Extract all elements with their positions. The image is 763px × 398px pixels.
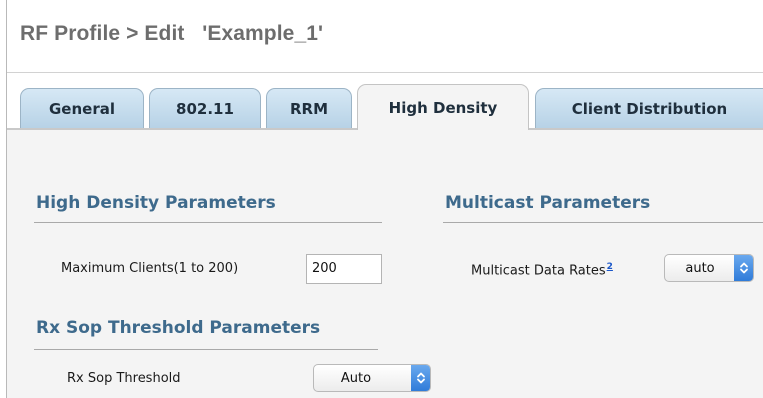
max-clients-label: Maximum Clients(1 to 200)	[61, 261, 239, 276]
multicast-section-divider	[443, 222, 763, 223]
updown-chevron-icon	[734, 255, 753, 281]
rx-sop-threshold-select[interactable]: Auto	[313, 364, 431, 392]
rx-sop-threshold-label: Rx Sop Threshold	[67, 371, 181, 386]
tab-high-density[interactable]: High Density	[357, 84, 529, 130]
rx-sop-threshold-value: Auto	[340, 370, 372, 386]
page: RF Profile > Edit 'Example_1' General 80…	[0, 0, 763, 398]
updown-chevron-icon	[411, 365, 430, 391]
multicast-data-rates-label: Multicast Data Rates2	[471, 262, 613, 278]
tab-802-11[interactable]: 802.11	[149, 88, 261, 128]
rx-sop-section-divider	[34, 349, 378, 350]
high-density-section-divider	[34, 222, 382, 223]
multicast-data-rates-select[interactable]: auto	[664, 254, 754, 282]
high-density-section-title: High Density Parameters	[36, 193, 276, 213]
multicast-data-rates-value: auto	[685, 260, 715, 276]
rx-sop-section-title: Rx Sop Threshold Parameters	[36, 318, 321, 338]
tab-client-distribution[interactable]: Client Distribution	[535, 88, 763, 128]
tab-general[interactable]: General	[20, 88, 144, 128]
multicast-section-title: Multicast Parameters	[445, 193, 651, 213]
footnote-2-link[interactable]: 2	[607, 262, 613, 272]
tab-rrm[interactable]: RRM	[266, 88, 352, 128]
title-divider	[7, 72, 763, 73]
max-clients-input[interactable]: 200	[306, 254, 382, 284]
multicast-data-rates-text: Multicast Data Rates	[471, 263, 606, 279]
page-title: RF Profile > Edit 'Example_1'	[20, 22, 324, 45]
